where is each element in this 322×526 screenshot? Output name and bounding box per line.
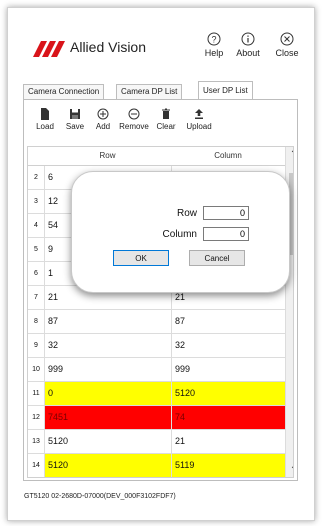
allied-vision-logo-icon	[33, 41, 65, 57]
add-entry-dialog: Row Column OK Cancel	[71, 171, 290, 293]
file-icon	[41, 108, 49, 120]
row-number: 7	[34, 294, 38, 301]
table-row[interactable]: 8 87 87	[28, 310, 293, 334]
row-number: 4	[34, 222, 38, 229]
ok-button[interactable]: OK	[113, 250, 169, 266]
column-header-column[interactable]: Column	[171, 147, 285, 165]
row-number: 14	[32, 462, 40, 469]
help-label: Help	[204, 48, 224, 58]
row-number: 10	[32, 366, 40, 373]
upload-button[interactable]: Upload	[181, 108, 217, 131]
column-value-cell[interactable]: 5119	[171, 454, 285, 477]
upload-label: Upload	[186, 122, 212, 131]
tab-camera-connection[interactable]: Camera Connection	[23, 84, 105, 99]
header: Allied Vision ? Help About Close	[8, 8, 314, 68]
row-number: 6	[34, 270, 38, 277]
clear-button[interactable]: Clear	[148, 108, 184, 131]
table-header: Row Column	[28, 147, 293, 166]
info-icon	[241, 32, 255, 46]
chevron-up-icon[interactable]: ⌃	[286, 147, 293, 163]
column-label: Column	[162, 229, 197, 240]
close-label: Close	[275, 48, 299, 58]
row-number: 11	[32, 390, 40, 397]
remove-button[interactable]: Remove	[116, 108, 152, 131]
row-number: 12	[32, 414, 40, 421]
row-value-cell[interactable]: 5120	[44, 430, 171, 453]
tab-camera-dp-list[interactable]: Camera DP List	[116, 84, 183, 99]
row-value-cell[interactable]: 5120	[44, 454, 171, 477]
about-button[interactable]: About	[231, 32, 265, 58]
row-input[interactable]	[203, 206, 249, 220]
chevron-down-icon[interactable]: ⌄	[286, 459, 293, 475]
add-label: Add	[95, 122, 111, 131]
column-value-cell[interactable]: 74	[171, 406, 285, 429]
minus-circle-icon	[128, 108, 140, 120]
column-value-cell[interactable]: 32	[171, 334, 285, 357]
about-label: About	[236, 48, 260, 58]
save-icon	[70, 109, 80, 119]
close-button[interactable]: Close	[270, 32, 304, 58]
column-value-cell[interactable]: 5120	[171, 382, 285, 405]
table-row[interactable]: 12 7451 74	[28, 406, 293, 430]
status-bar: GT5120 02-2680D-07000(DEV_000F3102FDF7)	[24, 493, 176, 500]
column-value-cell[interactable]: 999	[171, 358, 285, 381]
table-row[interactable]: 10 999 999	[28, 358, 293, 382]
row-value-cell[interactable]: 87	[44, 310, 171, 333]
plus-circle-icon	[97, 108, 109, 120]
row-value-cell[interactable]: 0	[44, 382, 171, 405]
table-row[interactable]: 11 0 5120	[28, 382, 293, 406]
load-label: Load	[36, 122, 54, 131]
row-value-cell[interactable]: 7451	[44, 406, 171, 429]
row-number: 8	[34, 318, 38, 325]
row-number: 13	[32, 438, 40, 445]
cancel-button[interactable]: Cancel	[189, 250, 245, 266]
brand-name: Allied Vision	[70, 39, 147, 55]
save-label: Save	[65, 122, 85, 131]
upload-icon	[195, 109, 203, 119]
row-number: 3	[34, 198, 38, 205]
help-button[interactable]: ? Help	[197, 32, 231, 58]
table-row[interactable]: 9 32 32	[28, 334, 293, 358]
column-header-row[interactable]: Row	[44, 147, 171, 165]
tab-user-dp-list[interactable]: User DP List	[198, 81, 253, 100]
clear-label: Clear	[156, 122, 176, 131]
column-value-cell[interactable]: 21	[171, 430, 285, 453]
remove-label: Remove	[119, 122, 149, 131]
row-number: 5	[34, 246, 38, 253]
row-value-cell[interactable]: 32	[44, 334, 171, 357]
column-input[interactable]	[203, 227, 249, 241]
table-row[interactable]: 13 5120 21	[28, 430, 293, 454]
row-number: 9	[34, 342, 38, 349]
toolbar: Load Save Add Remove Clear Upload	[24, 108, 297, 148]
svg-text:?: ?	[211, 35, 216, 45]
row-label: Row	[176, 208, 197, 219]
table-row[interactable]: 14 5120 5119	[28, 454, 293, 477]
close-icon	[280, 32, 294, 46]
help-icon: ?	[207, 32, 221, 46]
row-number: 2	[34, 174, 38, 181]
column-value-cell[interactable]: 87	[171, 310, 285, 333]
row-value-cell[interactable]: 999	[44, 358, 171, 381]
trash-icon	[162, 108, 170, 119]
